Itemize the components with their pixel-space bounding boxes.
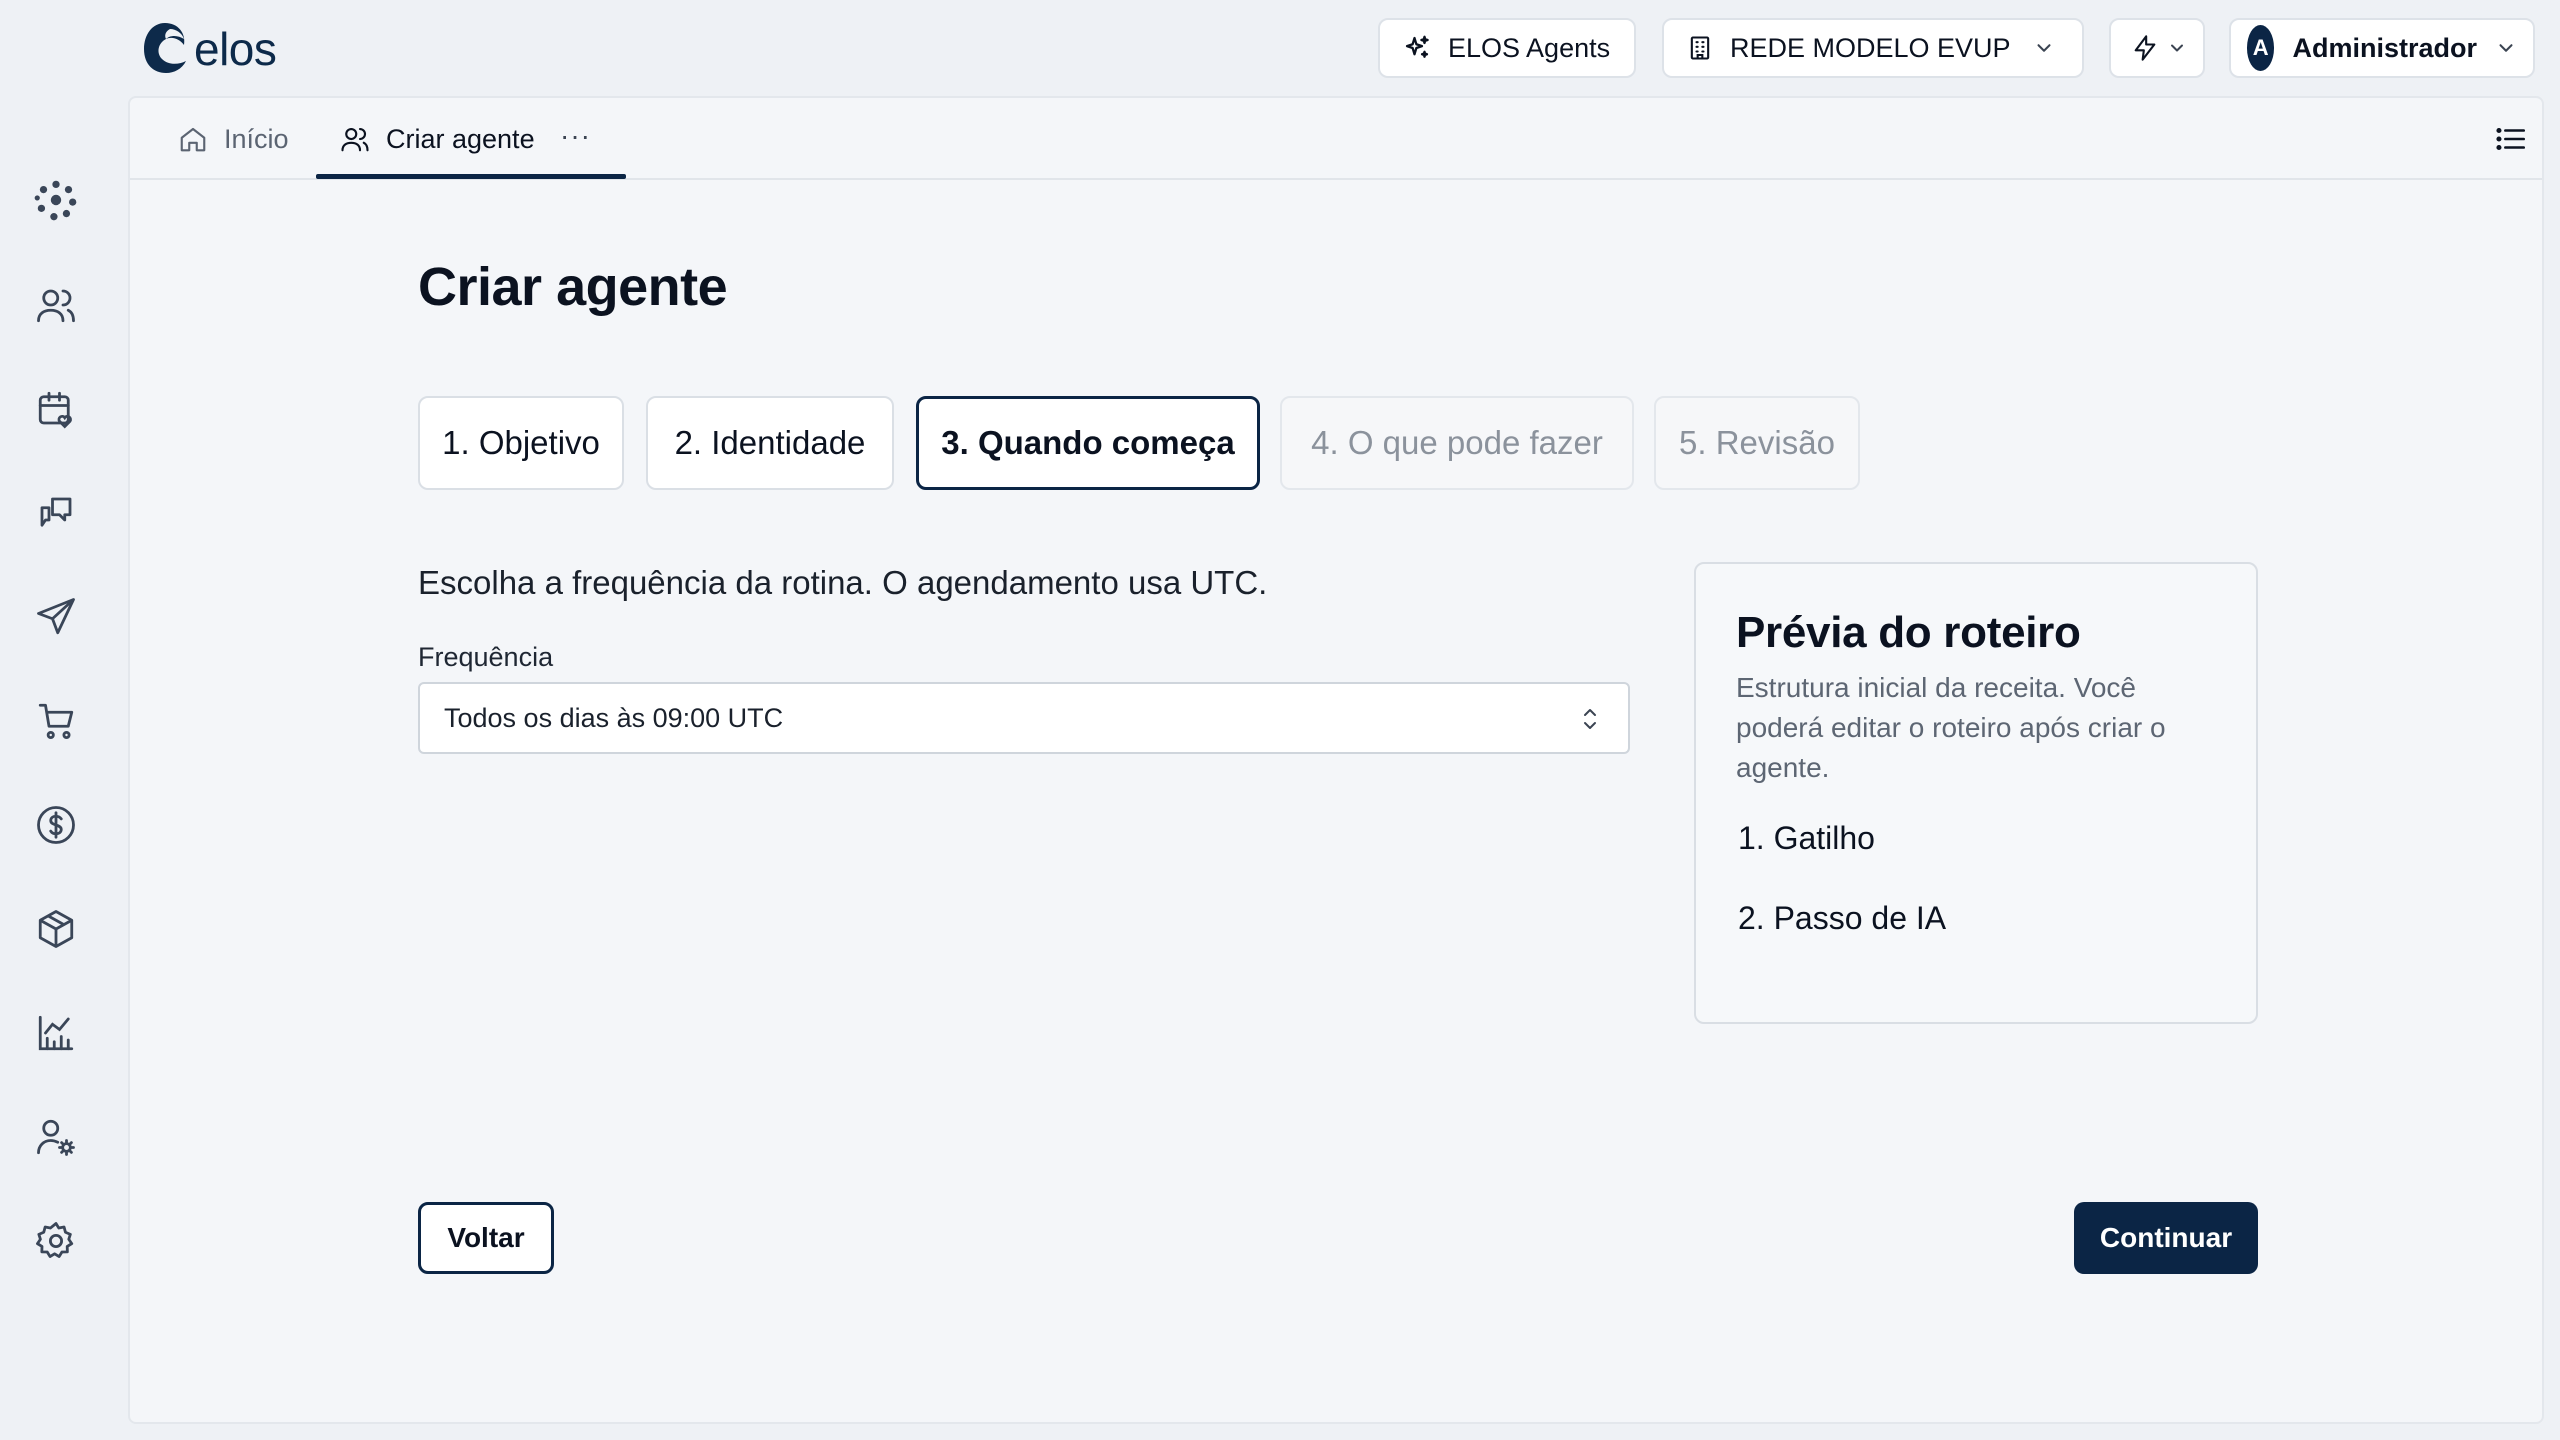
elos-agents-label: ELOS Agents	[1448, 32, 1611, 63]
continue-button[interactable]: Continuar	[2074, 1202, 2258, 1274]
network-selector[interactable]: REDE MODELO EVUP	[1662, 18, 2084, 78]
step-o-que-pode-fazer: 4. O que pode fazer	[1280, 396, 1634, 490]
quick-actions-button[interactable]	[2109, 18, 2205, 78]
elos-agents-button[interactable]: ELOS Agents	[1378, 18, 1636, 78]
frequency-select[interactable]: Todos os dias às 09:00 UTC	[418, 682, 1630, 754]
dollar-icon	[37, 806, 75, 844]
calendar-heart-icon	[38, 391, 72, 429]
step-revisao: 5. Revisão	[1654, 396, 1860, 490]
user-settings-icon	[37, 1119, 75, 1156]
sidebar-item-network[interactable]	[31, 175, 81, 225]
chevron-updown-icon	[1584, 709, 1596, 729]
network-label: REDE MODELO EVUP	[1730, 32, 2011, 63]
preview-subtitle: Estrutura inicial da receita. Você poder…	[1736, 672, 2166, 783]
content-panel: Início Criar agente ··· Criar agente 1. …	[128, 96, 2544, 1424]
gear-icon	[36, 1222, 74, 1258]
step-description: Escolha a frequência da rotina. O agenda…	[418, 564, 1268, 601]
sidebar-item-reports[interactable]	[31, 1008, 81, 1058]
sidebar-item-products[interactable]	[31, 904, 81, 954]
sidebar-item-users-admin[interactable]	[31, 1112, 81, 1162]
tab-criar-agente-label: Criar agente	[386, 123, 535, 154]
tab-inicio-label: Início	[224, 123, 289, 154]
chart-icon	[38, 1015, 74, 1051]
sidebar-item-messages[interactable]	[31, 488, 81, 538]
chevron-down-icon	[2037, 44, 2051, 52]
step-identidade[interactable]: 2. Identidade	[646, 396, 894, 490]
preview-step: 2. Passo de IA	[1738, 900, 1947, 936]
frequency-label: Frequência	[418, 642, 554, 672]
home-icon	[180, 127, 206, 152]
cart-icon	[38, 703, 74, 740]
step-quando-comeca[interactable]: 3. Quando começa	[916, 396, 1260, 490]
building-icon	[1690, 36, 1710, 60]
step-objetivo[interactable]: 1. Objetivo	[418, 396, 624, 490]
user-menu[interactable]: A Administrador	[2229, 18, 2535, 78]
frequency-value: Todos os dias às 09:00 UTC	[444, 702, 784, 733]
sidebar-item-campaigns[interactable]	[31, 592, 81, 642]
tab-more-button[interactable]: ···	[560, 120, 591, 152]
back-button[interactable]: Voltar	[418, 1202, 554, 1274]
active-tab-indicator	[316, 174, 626, 179]
preview-step: 1. Gatilho	[1738, 820, 1875, 856]
sidebar-item-settings[interactable]	[31, 1216, 81, 1266]
chevron-down-icon	[2171, 44, 2183, 52]
page-title: Criar agente	[418, 257, 728, 317]
brand-logo[interactable]: elos	[140, 20, 277, 76]
bolt-icon	[2134, 35, 2156, 61]
package-icon	[38, 910, 74, 948]
tab-criar-agente[interactable]: Criar agente	[340, 98, 535, 180]
chevron-down-icon	[2499, 44, 2513, 52]
tab-strip: Início Criar agente ···	[130, 98, 2542, 180]
sidebar-item-finance[interactable]	[31, 800, 81, 850]
elos-logo-icon	[144, 23, 186, 73]
sidebar-item-sales[interactable]	[31, 696, 81, 746]
app-root: elos ELOS Agents REDE MODELO EVUP A Admi…	[0, 0, 2560, 1440]
users-icon	[37, 289, 75, 323]
preview-title: Prévia do roteiro	[1736, 608, 2081, 657]
chat-icon	[40, 497, 72, 527]
network-dots-icon	[34, 180, 77, 221]
tab-inicio[interactable]: Início	[178, 98, 289, 180]
send-icon	[37, 598, 75, 635]
brand-name: elos	[194, 23, 277, 75]
user-name: Administrador	[2292, 32, 2477, 63]
users-icon	[341, 127, 369, 152]
script-preview-card: Prévia do roteiro Estrutura inicial da r…	[1694, 562, 2258, 1024]
sidebar-item-clients[interactable]	[31, 280, 81, 330]
sidebar-item-schedule[interactable]	[31, 384, 81, 434]
sparkles-icon	[1405, 35, 1429, 58]
list-menu-icon[interactable]	[2494, 122, 2528, 156]
avatar: A	[2247, 25, 2275, 71]
